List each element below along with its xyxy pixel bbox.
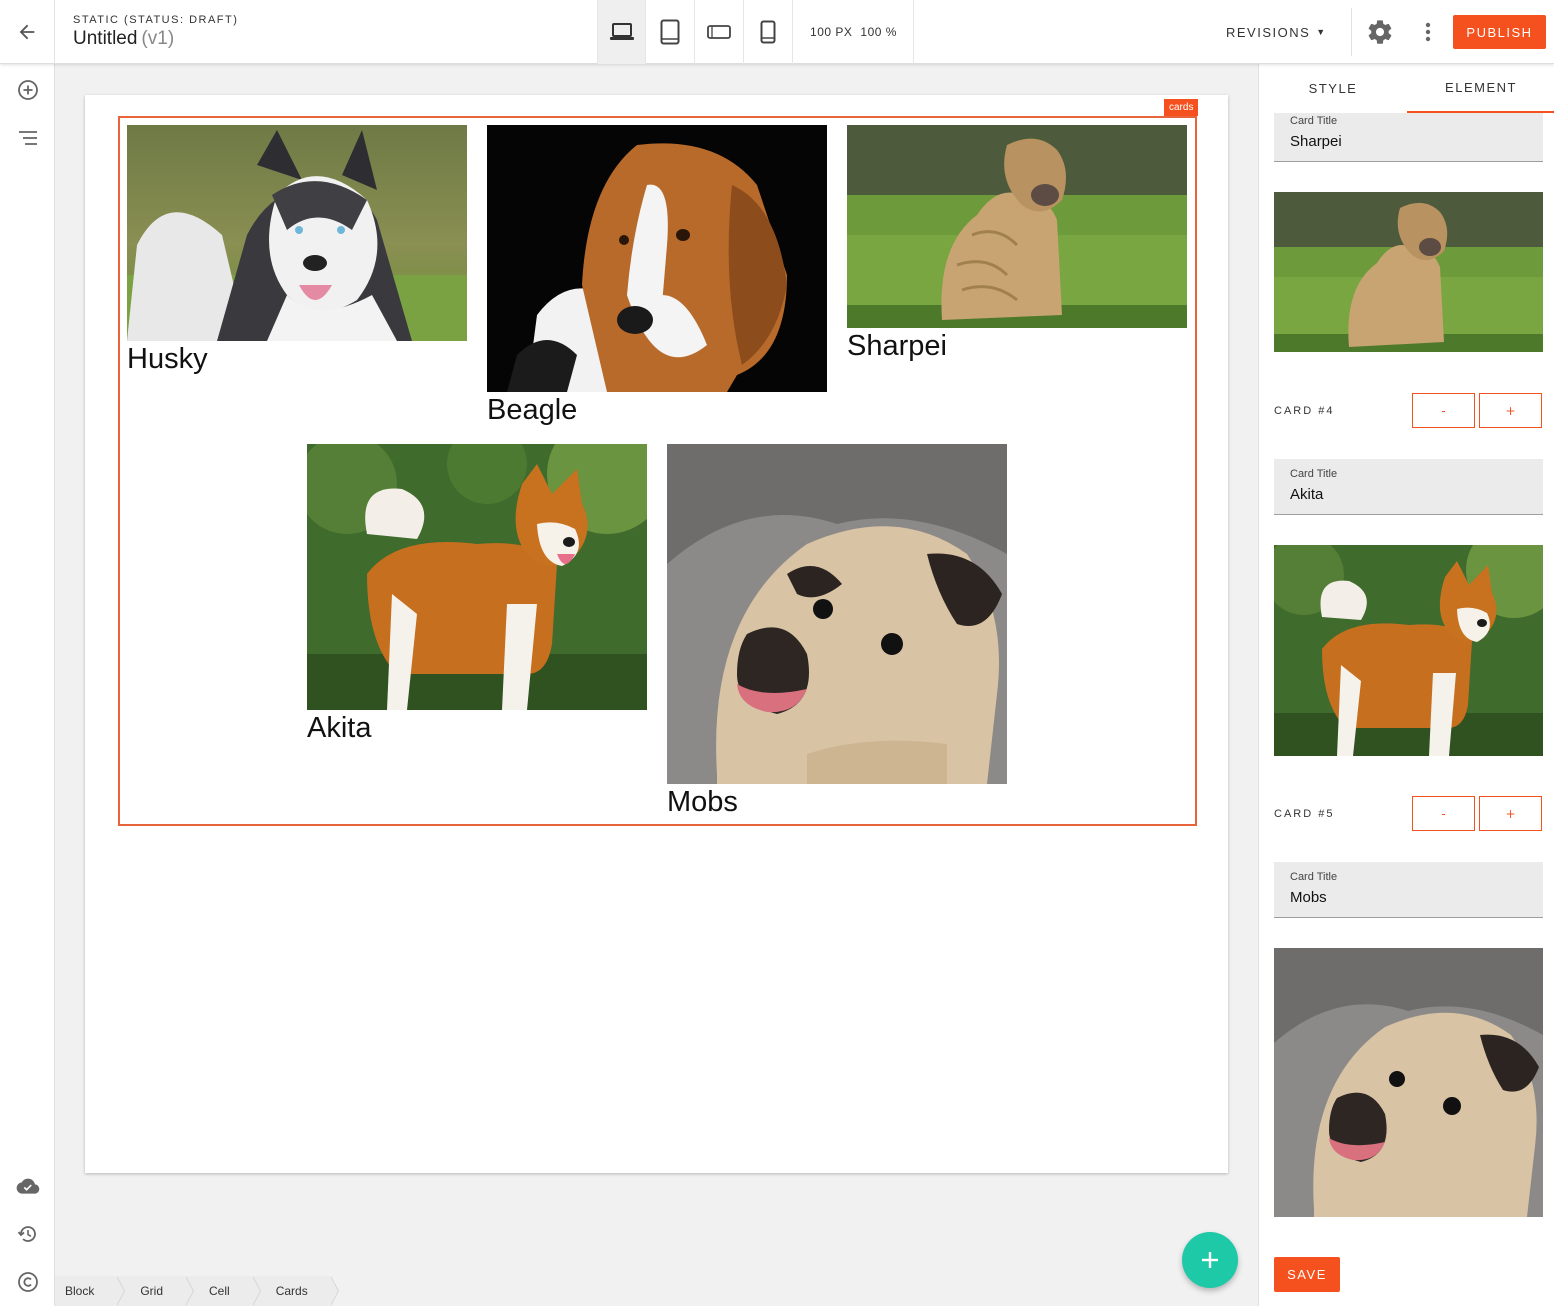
arrow-left-icon (19, 24, 35, 40)
phone-icon (760, 20, 776, 44)
card-image-sharpei (847, 125, 1187, 328)
history-icon (17, 1226, 36, 1242)
save-button[interactable]: SAVE (1274, 1257, 1340, 1292)
card-mobs[interactable]: Mobs (667, 444, 1007, 819)
card-sharpei[interactable]: Sharpei (847, 125, 1187, 363)
document-version: (v1) (141, 28, 175, 49)
field-label: Card Title (1290, 871, 1338, 883)
breadcrumb-grid[interactable]: Grid (116, 1276, 194, 1306)
card4-image-preview[interactable] (1274, 545, 1543, 756)
gear-icon (1368, 20, 1392, 44)
laptop-icon (609, 23, 634, 40)
document-title[interactable]: Untitled (v1) (73, 28, 174, 50)
publish-button[interactable]: PUBLISH (1453, 15, 1546, 49)
zoom-indicator[interactable]: 100 PX 100 % (794, 0, 914, 64)
top-bar: STATIC (STATUS: DRAFT) Untitled (v1) 100 … (0, 0, 1554, 64)
revisions-label: REVISIONS (1226, 24, 1311, 40)
field-label: Card Title (1290, 468, 1338, 480)
add-block-button[interactable] (16, 78, 40, 102)
back-button[interactable] (0, 0, 55, 64)
layers-button[interactable] (16, 126, 40, 150)
card5-label: CARD #5 (1274, 808, 1335, 820)
card-title: Beagle (487, 394, 578, 426)
add-circle-icon (18, 80, 38, 100)
tablet-landscape-view-button[interactable] (695, 0, 744, 64)
card-beagle[interactable]: Beagle (487, 125, 827, 427)
zoom-percent: 100 % (860, 25, 897, 39)
selection-tag: cards (1164, 99, 1199, 116)
card-image-akita (307, 444, 647, 710)
mobile-view-button[interactable] (744, 0, 793, 64)
plus-icon (1202, 1252, 1218, 1268)
panel-tabs: STYLE ELEMENT (1259, 64, 1554, 113)
breadcrumb: Block Grid Cell Cards (55, 1276, 339, 1306)
more-vertical-icon (1425, 22, 1431, 42)
device-switcher (597, 0, 793, 64)
document-status: STATIC (STATUS: DRAFT) (73, 14, 239, 26)
card-title: Akita (307, 712, 372, 744)
card-title: Mobs (667, 786, 738, 818)
zoom-px: 100 PX (810, 25, 853, 39)
field-label: Card Title (1290, 115, 1338, 127)
copyright-button[interactable] (16, 1270, 40, 1294)
card-image-husky (127, 125, 467, 341)
card5-image-preview[interactable] (1274, 948, 1543, 1217)
caret-down-icon: ▼ (1316, 27, 1327, 37)
properties-panel: STYLE ELEMENT Card Title Sharpei CARD #4… (1258, 64, 1554, 1306)
card-title: Sharpei (847, 330, 947, 362)
desktop-view-button[interactable] (597, 0, 646, 64)
cloud-done-icon (16, 1178, 40, 1194)
card3-image-preview[interactable] (1274, 192, 1543, 352)
card5-title-field[interactable]: Card Title Mobs (1274, 862, 1543, 918)
tablet-icon (660, 19, 680, 45)
settings-button[interactable] (1366, 18, 1394, 50)
breadcrumb-cards[interactable]: Cards (251, 1276, 339, 1306)
toolbar-divider (1351, 8, 1352, 56)
card4-title-field[interactable]: Card Title Akita (1274, 459, 1543, 515)
tab-element[interactable]: ELEMENT (1407, 64, 1554, 113)
tab-style[interactable]: STYLE (1259, 64, 1407, 113)
saved-status-button[interactable] (16, 1174, 40, 1198)
breadcrumb-block[interactable]: Block (55, 1276, 126, 1306)
add-element-fab[interactable] (1182, 1232, 1238, 1288)
card-image-beagle (487, 125, 827, 392)
copyright-icon (18, 1272, 38, 1292)
card-akita[interactable]: Akita (307, 444, 647, 745)
breadcrumb-cell[interactable]: Cell (185, 1276, 261, 1306)
card3-title-field[interactable]: Card Title Sharpei (1274, 106, 1543, 162)
card-husky[interactable]: Husky (127, 125, 467, 376)
field-value: Mobs (1290, 889, 1327, 906)
card5-remove-button[interactable]: - (1412, 796, 1475, 831)
revisions-dropdown[interactable]: REVISIONS ▼ (1226, 0, 1341, 64)
card4-label: CARD #4 (1274, 405, 1335, 417)
card5-add-button[interactable]: + (1479, 796, 1542, 831)
card4-remove-button[interactable]: - (1412, 393, 1475, 428)
tablet-landscape-icon (707, 25, 731, 39)
outline-list-icon (19, 131, 37, 145)
history-button[interactable] (16, 1222, 40, 1246)
tablet-view-button[interactable] (646, 0, 695, 64)
left-toolbar (0, 64, 55, 1306)
field-value: Akita (1290, 486, 1324, 503)
more-options-button[interactable] (1418, 18, 1438, 50)
card4-add-button[interactable]: + (1479, 393, 1542, 428)
document-title-text: Untitled (73, 28, 138, 49)
field-value: Sharpei (1290, 133, 1342, 150)
card-image-pug (667, 444, 1007, 784)
card-title: Husky (127, 343, 208, 375)
